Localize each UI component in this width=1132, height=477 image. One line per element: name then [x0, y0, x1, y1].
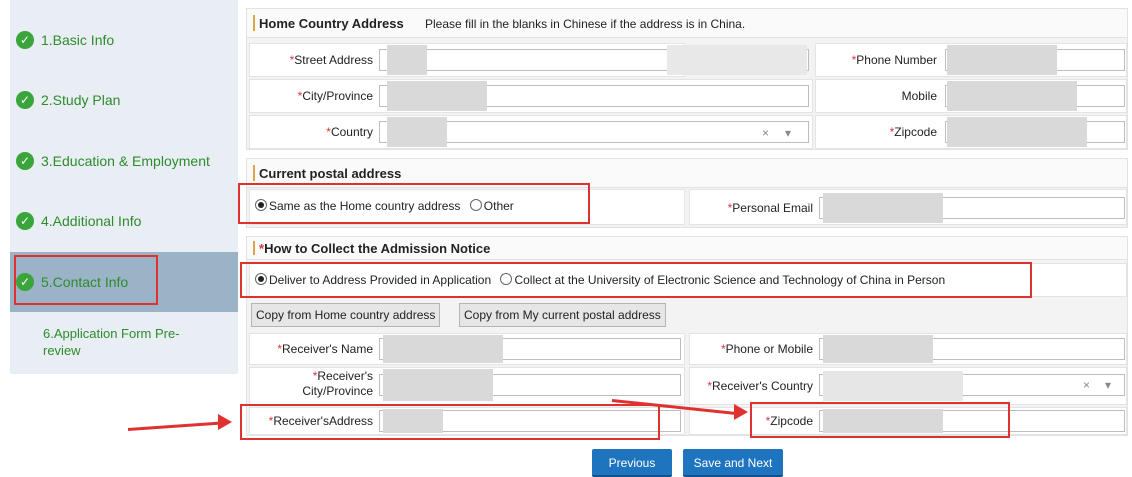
section-title: Home Country Address: [259, 16, 404, 31]
step-label: 3.Education & Employment: [41, 153, 210, 169]
phone-number-label: *Phone Number: [851, 53, 937, 67]
home-address-section: Home Country Address Please fill in the …: [246, 8, 1128, 150]
country-label: *Country: [326, 125, 373, 139]
step-label: 4.Additional Info: [41, 213, 142, 229]
street-address-label: *Street Address: [289, 53, 373, 67]
step-education-employment[interactable]: ✓ 3.Education & Employment: [10, 131, 238, 191]
highlight-box: [240, 262, 1032, 298]
previous-button[interactable]: Previous: [592, 449, 672, 477]
arrow-head: [734, 404, 748, 420]
section-header: *How to Collect the Admission Notice: [247, 237, 1127, 260]
section-note: Please fill in the blanks in Chinese if …: [425, 17, 746, 31]
copy-home-address-button[interactable]: Copy from Home country address: [251, 303, 441, 327]
step-basic-info[interactable]: ✓ 1.Basic Info: [10, 10, 238, 70]
receiver-country-label: *Receiver's Country: [707, 379, 813, 393]
chevron-down-icon[interactable]: ▾: [1105, 378, 1111, 392]
step-study-plan[interactable]: ✓ 2.Study Plan: [10, 70, 238, 130]
step-sidebar: ✓ 1.Basic Info ✓ 2.Study Plan ✓ 3.Educat…: [10, 0, 238, 374]
save-and-next-button[interactable]: Save and Next: [683, 449, 783, 477]
step-label: 1.Basic Info: [41, 32, 115, 48]
personal-email-label: *Personal Email: [727, 201, 813, 215]
check-circle-icon: ✓: [16, 31, 34, 49]
city-province-label: *City/Province: [297, 89, 373, 103]
highlight-box: [14, 255, 158, 305]
phone-or-mobile-label: *Phone or Mobile: [720, 342, 813, 356]
zipcode-label: *Zipcode: [889, 125, 937, 139]
receiver-name-label: *Receiver's Name: [277, 342, 373, 356]
check-circle-icon: ✓: [16, 152, 34, 170]
check-circle-icon: ✓: [16, 212, 34, 230]
chevron-down-icon[interactable]: ▾: [785, 126, 791, 140]
clear-icon[interactable]: ×: [762, 126, 769, 140]
receiver-city-label: *Receiver's City/Province: [302, 369, 373, 398]
mobile-label: Mobile: [901, 89, 937, 103]
clear-icon[interactable]: ×: [1083, 378, 1090, 392]
step-label: 2.Study Plan: [41, 92, 121, 108]
step-application-preview[interactable]: 6.Application Form Pre-review: [10, 314, 238, 370]
arrow-annotation: [127, 421, 220, 431]
step-label: 6.Application Form Pre-review: [43, 326, 180, 358]
section-title: *How to Collect the Admission Notice: [259, 241, 491, 256]
section-header: Home Country Address Please fill in the …: [247, 9, 1127, 38]
copy-postal-address-button[interactable]: Copy from My current postal address: [459, 303, 666, 327]
highlight-box: [240, 404, 660, 440]
step-additional-info[interactable]: ✓ 4.Additional Info: [10, 191, 238, 251]
highlight-box: [238, 183, 590, 224]
arrow-head: [218, 414, 232, 430]
check-circle-icon: ✓: [16, 91, 34, 109]
section-title: Current postal address: [259, 166, 402, 181]
highlight-box: [750, 402, 1010, 438]
